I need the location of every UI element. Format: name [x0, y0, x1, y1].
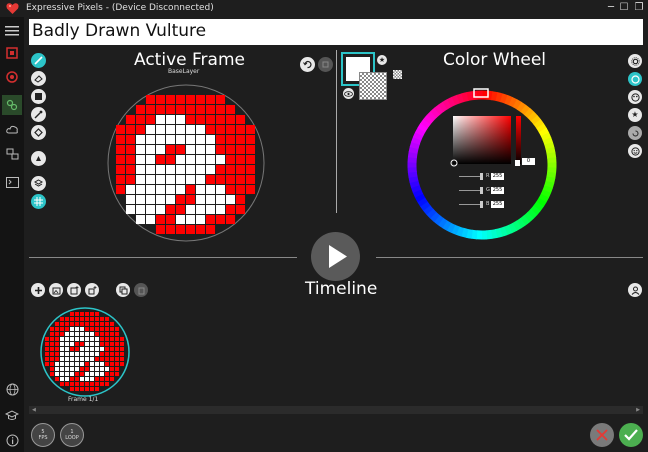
eyedropper-tool-button[interactable]	[31, 107, 46, 122]
fps-control[interactable]: 5 FPS	[31, 423, 55, 447]
layers-button[interactable]	[31, 176, 46, 191]
brightness-bar[interactable]	[516, 116, 521, 164]
palette-icon[interactable]	[628, 90, 642, 104]
left-nav-bar	[0, 17, 24, 452]
slider-label-r: R	[486, 173, 490, 179]
restore-button[interactable]: ❐	[632, 1, 646, 15]
close-icon	[596, 429, 608, 441]
slider-value-g[interactable]: 255	[491, 187, 504, 194]
device-red-icon[interactable]	[2, 43, 22, 63]
favorite-color-icon[interactable]: ★	[377, 55, 387, 65]
app-heart-icon	[6, 3, 19, 14]
color-wheel[interactable]	[405, 88, 559, 242]
checkmark-icon	[624, 429, 638, 441]
timeline-title: Timeline	[305, 279, 378, 299]
slider-label-g: G	[486, 187, 490, 193]
window-title: Expressive Pixels - (Device Disconnected…	[26, 3, 214, 13]
add-frame-button[interactable]	[31, 283, 45, 297]
add-image-frame-button[interactable]	[67, 283, 81, 297]
share-devices-icon[interactable]	[2, 144, 22, 164]
frame-thumbnail[interactable]	[39, 306, 131, 398]
gallery-red-icon[interactable]	[2, 67, 22, 87]
loop-label: LOOP	[65, 435, 79, 441]
transparent-swatch[interactable]	[393, 70, 402, 79]
info-icon[interactable]	[2, 430, 22, 450]
duplicate-frame-button[interactable]	[85, 283, 99, 297]
slider-value-r[interactable]: 255	[491, 173, 504, 180]
grid-toggle-button[interactable]	[31, 194, 46, 209]
window-titlebar: Expressive Pixels - (Device Disconnected…	[0, 0, 648, 17]
globe-icon[interactable]	[2, 379, 22, 399]
alpha-value[interactable]: 0	[522, 158, 535, 165]
timeline-separator-right	[376, 257, 643, 258]
redo-button[interactable]	[318, 57, 333, 72]
pixel-canvas[interactable]	[102, 83, 272, 243]
active-frame-title: Active Frame	[134, 50, 245, 70]
fill-tool-button[interactable]	[31, 125, 46, 140]
loop-control[interactable]: 1 LOOP	[60, 423, 84, 447]
layer-name-label: BaseLayer	[168, 68, 200, 75]
learn-cap-icon[interactable]	[2, 405, 22, 425]
paste-frame-button[interactable]	[134, 283, 148, 297]
timeline-user-settings-icon[interactable]	[628, 283, 642, 297]
hamburger-menu-icon[interactable]	[2, 21, 22, 41]
frame-label: Frame 1/1	[68, 396, 99, 403]
eye-icon[interactable]	[343, 88, 354, 99]
maximize-button[interactable]: ☐	[617, 1, 631, 15]
color-settings-gear-icon[interactable]	[628, 54, 642, 68]
favorites-star-icon[interactable]: ★	[628, 108, 642, 122]
paint-bucket-button[interactable]	[31, 151, 46, 166]
pixel-grid[interactable]	[116, 95, 255, 234]
cancel-button[interactable]	[590, 423, 614, 447]
design-green-icon[interactable]	[2, 95, 22, 115]
timeline-scrollbar[interactable]: ◀ ▶	[29, 406, 643, 414]
panel-divider	[336, 50, 337, 213]
eraser-tool-button[interactable]	[31, 71, 46, 86]
import-image-button[interactable]	[49, 283, 63, 297]
confirm-button[interactable]	[619, 423, 643, 447]
select-tool-button[interactable]	[31, 89, 46, 104]
pen-tool-button[interactable]	[31, 53, 46, 68]
play-button[interactable]	[311, 232, 360, 281]
slider-value-b[interactable]: 255	[491, 201, 504, 208]
secondary-color-swatch[interactable]	[359, 72, 387, 100]
cloud-icon[interactable]	[2, 119, 22, 139]
animation-name-bar	[29, 19, 643, 45]
slider-label-b: B	[486, 201, 490, 207]
fps-label: FPS	[38, 435, 48, 441]
animation-name-input[interactable]	[32, 21, 632, 41]
timeline-separator-left	[29, 257, 297, 258]
minimize-button[interactable]: ─	[604, 1, 618, 15]
terminal-icon[interactable]	[2, 172, 22, 192]
color-wheel-title: Color Wheel	[443, 50, 547, 70]
emoji-icon[interactable]	[628, 144, 642, 158]
undo-button[interactable]	[300, 57, 315, 72]
recent-colors-icon[interactable]	[628, 126, 642, 140]
copy-frame-button[interactable]	[116, 283, 130, 297]
color-wheel-mode-icon[interactable]	[628, 72, 642, 86]
